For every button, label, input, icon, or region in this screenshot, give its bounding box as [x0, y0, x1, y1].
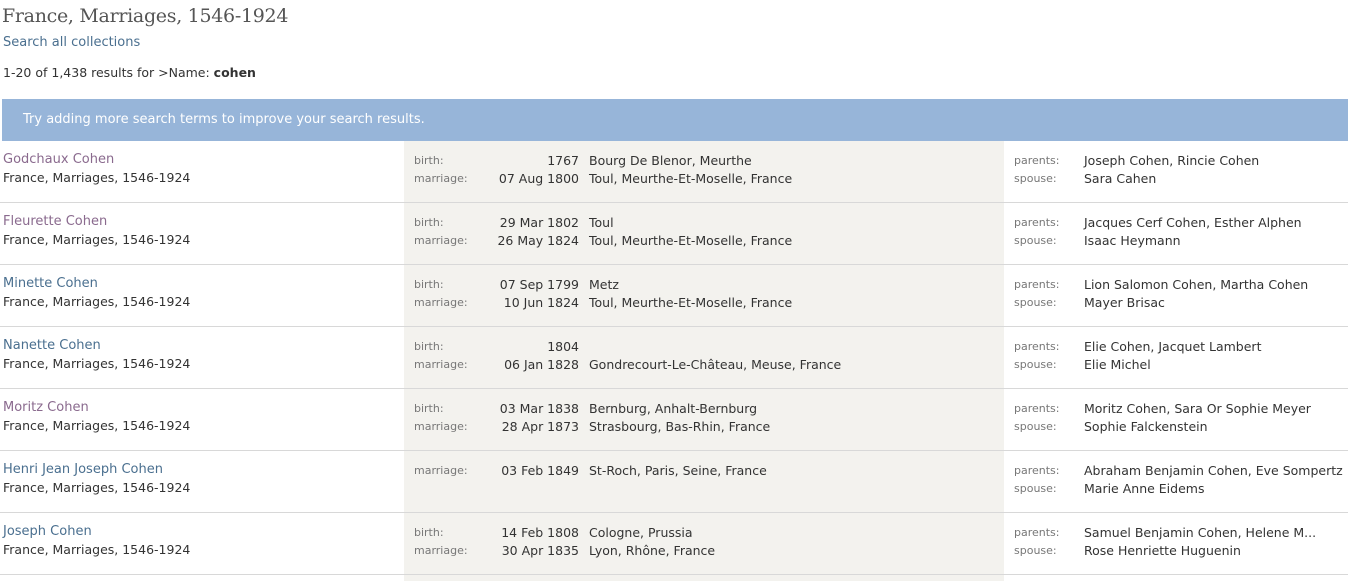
relation-value: Marie Anne Eidems — [1084, 481, 1205, 496]
result-name-link[interactable]: Fleurette Cohen — [3, 214, 107, 229]
relation-label: spouse: — [1014, 482, 1057, 495]
relation-label: spouse: — [1014, 544, 1057, 557]
event-label: marriage: — [414, 234, 468, 247]
relation-value: Abraham Benjamin Cohen, Eve Sompertz — [1084, 463, 1343, 478]
page-title: France, Marriages, 1546-1924 — [2, 5, 289, 27]
event-label: birth: — [414, 278, 444, 291]
event-place: Toul — [589, 215, 614, 230]
result-collection: France, Marriages, 1546-1924 — [3, 232, 191, 247]
result-name-link[interactable]: Minette Cohen — [3, 276, 98, 291]
result-name-link[interactable]: Godchaux Cohen — [3, 152, 114, 167]
event-date: 29 Mar 1802 — [499, 215, 579, 230]
result-collection: France, Marriages, 1546-1924 — [3, 418, 191, 433]
relation-value: Mayer Brisac — [1084, 295, 1165, 310]
relation-label: spouse: — [1014, 296, 1057, 309]
event-label: marriage: — [414, 420, 468, 433]
relation-label: parents: — [1014, 526, 1060, 539]
event-date: 28 Apr 1873 — [501, 419, 579, 434]
relation-value: Sara Cahen — [1084, 171, 1157, 186]
relation-value: Rose Henriette Huguenin — [1084, 543, 1241, 558]
relation-label: parents: — [1014, 340, 1060, 353]
event-label: marriage: — [414, 296, 468, 309]
search-all-collections-link[interactable]: Search all collections — [3, 35, 140, 50]
event-place: Bernburg, Anhalt-Bernburg — [589, 401, 758, 416]
result-row: Joseph Cohen France, Marriages, 1546-1924… — [0, 513, 1348, 575]
event-date: 07 Sep 1799 — [499, 277, 579, 292]
event-date: 14 Feb 1808 — [501, 525, 579, 540]
event-label: birth: — [414, 526, 444, 539]
result-row: Nanette Cohen France, Marriages, 1546-192… — [0, 327, 1348, 389]
event-label: marriage: — [414, 544, 468, 557]
event-date: 03 Mar 1838 — [499, 401, 579, 416]
relation-value: Moritz Cohen, Sara Or Sophie Meyer — [1084, 401, 1311, 416]
event-label: birth: — [414, 402, 444, 415]
relation-label: spouse: — [1014, 234, 1057, 247]
result-row: Moritz Cohen France, Marriages, 1546-1924… — [0, 389, 1348, 451]
relation-value: Lion Salomon Cohen, Martha Cohen — [1084, 277, 1309, 292]
event-place: Strasbourg, Bas-Rhin, France — [589, 419, 771, 434]
result-name-link[interactable]: Nanette Cohen — [3, 338, 101, 353]
relation-label: parents: — [1014, 216, 1060, 229]
event-date: 10 Jun 1824 — [503, 295, 579, 310]
event-label: marriage: — [414, 172, 468, 185]
result-row: Minette Cohen France, Marriages, 1546-192… — [0, 265, 1348, 327]
event-date: 26 May 1824 — [497, 233, 579, 248]
relation-value: Sophie Falckenstein — [1084, 419, 1208, 434]
event-place: Lyon, Rhône, France — [589, 543, 716, 558]
relation-value: Elie Michel — [1084, 357, 1151, 372]
search-tip-banner: Try adding more search terms to improve … — [2, 99, 1348, 141]
event-date: 07 Aug 1800 — [498, 171, 579, 186]
result-name-link[interactable]: Joseph Cohen — [3, 524, 92, 539]
event-label: birth: — [414, 216, 444, 229]
event-label: marriage: — [414, 464, 468, 477]
relation-value: Jacques Cerf Cohen, Esther Alphen — [1084, 215, 1302, 230]
event-place: Toul, Meurthe-Et-Moselle, France — [589, 233, 793, 248]
relation-label: parents: — [1014, 154, 1060, 167]
relation-label: parents: — [1014, 464, 1060, 477]
event-place: Toul, Meurthe-Et-Moselle, France — [589, 295, 793, 310]
event-date: 1767 — [547, 153, 579, 168]
event-label: marriage: — [414, 358, 468, 371]
result-row: Fleurette Cohen France, Marriages, 1546-1… — [0, 203, 1348, 265]
relation-value: Joseph Cohen, Rincie Cohen — [1084, 153, 1260, 168]
relation-label: parents: — [1014, 278, 1060, 291]
result-collection: France, Marriages, 1546-1924 — [3, 170, 191, 185]
relation-value: Samuel Benjamin Cohen, Helene M... — [1084, 525, 1317, 540]
relation-label: parents: — [1014, 402, 1060, 415]
result-count-prefix: 1-20 of 1,438 results for >Name: — [3, 65, 214, 80]
event-place: Toul, Meurthe-Et-Moselle, France — [589, 171, 793, 186]
result-query: cohen — [213, 65, 256, 80]
result-row: Godchaux Cohen France, Marriages, 1546-19… — [0, 141, 1348, 203]
result-count: 1-20 of 1,438 results for >Name: cohen — [3, 65, 256, 80]
result-name-link[interactable]: Moritz Cohen — [3, 400, 89, 415]
relation-label: spouse: — [1014, 172, 1057, 185]
event-place: Metz — [589, 277, 619, 292]
result-collection: France, Marriages, 1546-1924 — [3, 294, 191, 309]
event-date: 06 Jan 1828 — [504, 357, 579, 372]
event-date: 1804 — [547, 339, 579, 354]
relation-value: Elie Cohen, Jacquet Lambert — [1084, 339, 1262, 354]
result-collection: France, Marriages, 1546-1924 — [3, 542, 191, 557]
event-place: Gondrecourt-Le-Château, Meuse, France — [589, 357, 842, 372]
event-date: 30 Apr 1835 — [501, 543, 579, 558]
event-label: birth: — [414, 340, 444, 353]
result-collection: France, Marriages, 1546-1924 — [3, 356, 191, 371]
result-name-link[interactable]: Henri Jean Joseph Cohen — [3, 462, 163, 477]
relation-value: Isaac Heymann — [1084, 233, 1181, 248]
event-place: Cologne, Prussia — [589, 525, 693, 540]
relation-label: spouse: — [1014, 420, 1057, 433]
results-list: Godchaux Cohen France, Marriages, 1546-19… — [0, 141, 1348, 575]
event-place: St-Roch, Paris, Seine, France — [589, 463, 767, 478]
event-place: Bourg De Blenor, Meurthe — [589, 153, 752, 168]
event-label: birth: — [414, 154, 444, 167]
event-date: 03 Feb 1849 — [501, 463, 579, 478]
result-collection: France, Marriages, 1546-1924 — [3, 480, 191, 495]
result-row: Henri Jean Joseph Cohen France, Marriages… — [0, 451, 1348, 513]
relation-label: spouse: — [1014, 358, 1057, 371]
